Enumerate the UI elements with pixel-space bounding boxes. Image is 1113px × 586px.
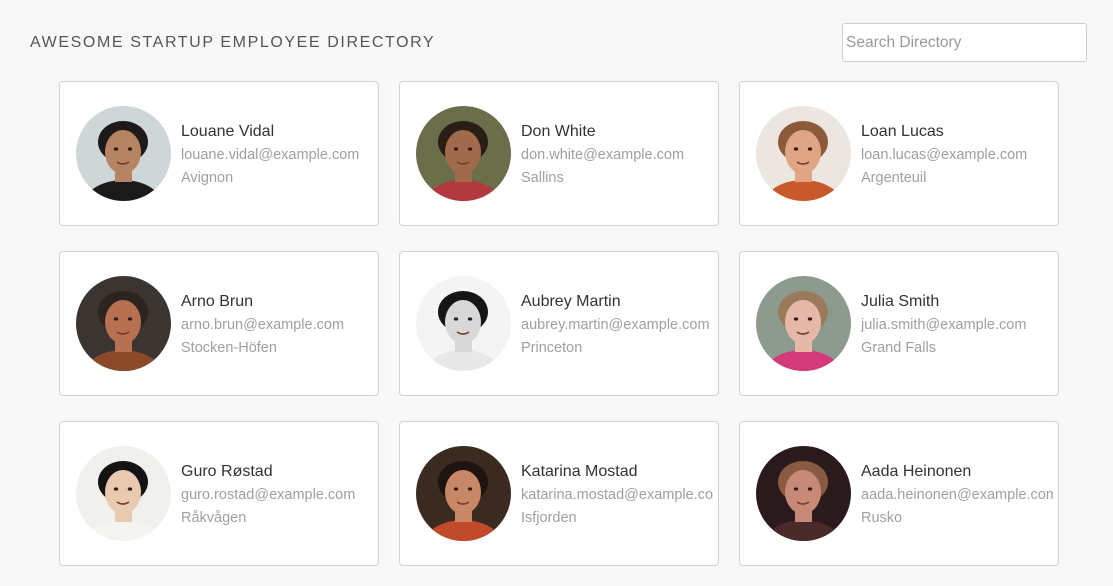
employee-card[interactable]: Aubrey Martin aubrey.martin@example.com … bbox=[399, 251, 719, 396]
employee-card[interactable]: Julia Smith julia.smith@example.com Gran… bbox=[739, 251, 1059, 396]
avatar bbox=[416, 276, 511, 371]
avatar bbox=[756, 276, 851, 371]
employee-card[interactable]: Don White don.white@example.com Sallins bbox=[399, 81, 719, 226]
employee-grid: Louane Vidal louane.vidal@example.com Av… bbox=[59, 81, 1059, 566]
avatar bbox=[76, 446, 171, 541]
employee-info: Loan Lucas loan.lucas@example.com Argent… bbox=[861, 122, 1053, 190]
employee-name: Arno Brun bbox=[181, 293, 254, 310]
employee-city: Grand Falls bbox=[861, 340, 936, 356]
employee-email: arno.brun@example.com bbox=[181, 317, 345, 333]
employee-info: Aada Heinonen aada.heinonen@example.com … bbox=[861, 462, 1053, 530]
directory-page: AWESOME STARTUP EMPLOYEE DIRECTORY Louan… bbox=[0, 0, 1113, 586]
employee-info: Guro Røstad guro.rostad@example.com Råkv… bbox=[181, 462, 373, 530]
avatar bbox=[756, 106, 851, 201]
employee-info: Julia Smith julia.smith@example.com Gran… bbox=[861, 292, 1053, 360]
employee-name: Guro Røstad bbox=[181, 463, 273, 480]
employee-name: Don White bbox=[521, 123, 596, 140]
avatar bbox=[416, 446, 511, 541]
employee-city: Rusko bbox=[861, 510, 903, 526]
avatar bbox=[76, 106, 171, 201]
employee-name: Aada Heinonen bbox=[861, 463, 972, 480]
avatar-photo bbox=[416, 446, 511, 541]
employee-city: Princeton bbox=[521, 340, 583, 356]
avatar bbox=[416, 106, 511, 201]
employee-card[interactable]: Guro Røstad guro.rostad@example.com Råkv… bbox=[59, 421, 379, 566]
avatar-photo bbox=[756, 276, 851, 371]
employee-card[interactable]: Louane Vidal louane.vidal@example.com Av… bbox=[59, 81, 379, 226]
avatar-photo bbox=[76, 106, 171, 201]
employee-email: guro.rostad@example.com bbox=[181, 487, 356, 503]
employee-email: aubrey.martin@example.com bbox=[521, 317, 710, 333]
employee-card[interactable]: Arno Brun arno.brun@example.com Stocken-… bbox=[59, 251, 379, 396]
employee-email: julia.smith@example.com bbox=[861, 317, 1027, 333]
avatar-photo bbox=[756, 106, 851, 201]
avatar-photo bbox=[416, 106, 511, 201]
employee-name: Loan Lucas bbox=[861, 123, 944, 140]
employee-info: Arno Brun arno.brun@example.com Stocken-… bbox=[181, 292, 373, 360]
employee-name: Katarina Mostad bbox=[521, 463, 638, 480]
employee-info: Louane Vidal louane.vidal@example.com Av… bbox=[181, 122, 373, 190]
employee-name: Julia Smith bbox=[861, 293, 940, 310]
employee-info: Don White don.white@example.com Sallins bbox=[521, 122, 713, 190]
employee-email: katarina.mostad@example.com bbox=[521, 487, 713, 503]
employee-card[interactable]: Aada Heinonen aada.heinonen@example.com … bbox=[739, 421, 1059, 566]
avatar bbox=[76, 276, 171, 371]
avatar-photo bbox=[76, 276, 171, 371]
employee-email: louane.vidal@example.com bbox=[181, 147, 360, 163]
avatar-photo bbox=[416, 276, 511, 371]
avatar bbox=[756, 446, 851, 541]
search-input[interactable] bbox=[842, 23, 1087, 62]
employee-city: Argenteuil bbox=[861, 170, 927, 186]
page-title: AWESOME STARTUP EMPLOYEE DIRECTORY bbox=[30, 34, 436, 51]
employee-city: Stocken-Höfen bbox=[181, 340, 277, 356]
employee-city: Isfjorden bbox=[521, 510, 577, 526]
employee-info: Aubrey Martin aubrey.martin@example.com … bbox=[521, 292, 713, 360]
employee-city: Avignon bbox=[181, 170, 234, 186]
employee-city: Råkvågen bbox=[181, 510, 247, 526]
employee-name: Aubrey Martin bbox=[521, 293, 621, 310]
employee-card[interactable]: Katarina Mostad katarina.mostad@example.… bbox=[399, 421, 719, 566]
avatar-photo bbox=[76, 446, 171, 541]
employee-email: aada.heinonen@example.com bbox=[861, 487, 1053, 503]
employee-email: loan.lucas@example.com bbox=[861, 147, 1028, 163]
employee-name: Louane Vidal bbox=[181, 123, 275, 140]
employee-info: Katarina Mostad katarina.mostad@example.… bbox=[521, 462, 713, 530]
employee-card[interactable]: Loan Lucas loan.lucas@example.com Argent… bbox=[739, 81, 1059, 226]
employee-email: don.white@example.com bbox=[521, 147, 685, 163]
avatar-photo bbox=[756, 446, 851, 541]
employee-city: Sallins bbox=[521, 170, 564, 186]
